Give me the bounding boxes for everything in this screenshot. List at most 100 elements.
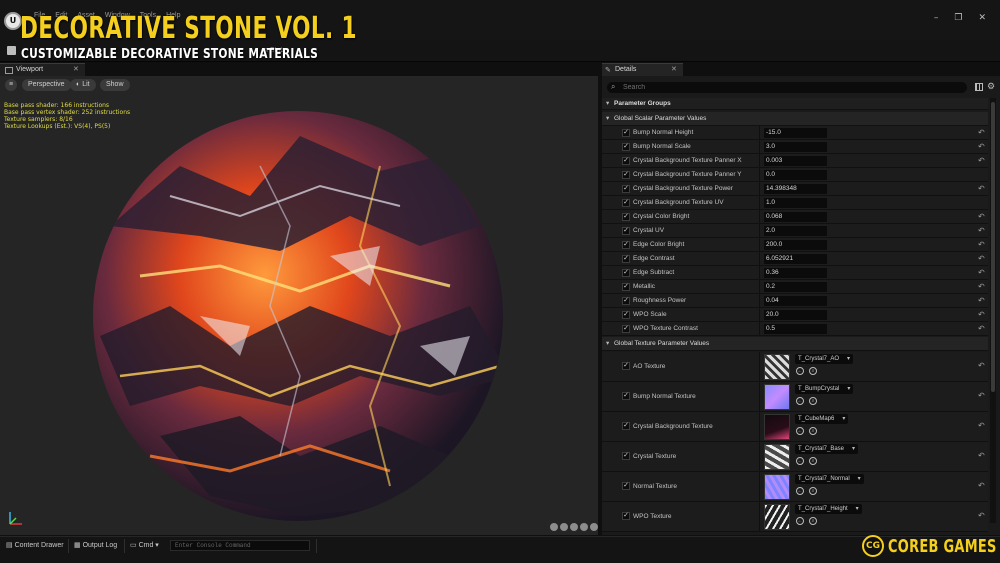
texture-asset-dropdown[interactable]: T_Crystal7_Height ▾ — [795, 504, 862, 514]
console-command-input[interactable] — [171, 541, 309, 550]
gear-icon[interactable]: ⚙ — [987, 81, 995, 92]
param-value-field[interactable]: 0.003 — [764, 156, 827, 166]
reset-to-default-icon[interactable]: ↶ — [978, 254, 985, 263]
reset-to-default-icon[interactable]: ↶ — [978, 310, 985, 319]
texture-thumbnail[interactable] — [764, 414, 790, 440]
browse-asset-icon[interactable]: ⌕ — [809, 517, 817, 525]
texture-asset-dropdown[interactable]: T_Crystal7_AO ▾ — [795, 354, 854, 364]
reset-to-default-icon[interactable]: ↶ — [978, 128, 985, 137]
param-value-field[interactable]: 14.398348 — [764, 184, 827, 194]
param-value-field[interactable]: 0.36 — [764, 268, 827, 278]
param-enable-checkbox[interactable]: ✓ — [622, 157, 630, 165]
param-value-field[interactable]: 0.5 — [764, 324, 827, 334]
param-enable-checkbox[interactable]: ✓ — [622, 452, 630, 460]
param-enable-checkbox[interactable]: ✓ — [622, 213, 630, 221]
browse-asset-icon[interactable]: ⌕ — [809, 487, 817, 495]
param-enable-checkbox[interactable]: ✓ — [622, 311, 630, 319]
texture-thumbnail[interactable] — [764, 354, 790, 380]
param-enable-checkbox[interactable]: ✓ — [622, 241, 630, 249]
param-value-field[interactable]: 20.0 — [764, 310, 827, 320]
param-enable-checkbox[interactable]: ✓ — [622, 255, 630, 263]
search-box[interactable]: ⌕ — [607, 82, 967, 93]
output-log-button[interactable]: ▦ Output Log — [74, 541, 117, 549]
use-selected-asset-icon[interactable]: ← — [796, 457, 804, 465]
browse-asset-icon[interactable]: ⌕ — [809, 427, 817, 435]
texture-thumbnail[interactable] — [764, 474, 790, 500]
param-enable-checkbox[interactable]: ✓ — [622, 199, 630, 207]
reset-to-default-icon[interactable]: ↶ — [978, 240, 985, 249]
category-parameter-groups[interactable]: ▾ Parameter Groups — [602, 98, 988, 110]
sphere-preview-icon[interactable] — [550, 523, 558, 531]
category-scalar-parameters[interactable]: ▾ Global Scalar Parameter Values — [602, 112, 988, 126]
texture-asset-dropdown[interactable]: T_Crystal7_Base ▾ — [795, 444, 859, 454]
param-enable-checkbox[interactable]: ✓ — [622, 283, 630, 291]
scrollbar-thumb[interactable] — [991, 102, 995, 392]
cylinder-preview-icon[interactable] — [560, 523, 568, 531]
texture-asset-dropdown[interactable]: T_Crystal7_Normal ▾ — [795, 474, 864, 484]
param-enable-checkbox[interactable]: ✓ — [622, 171, 630, 179]
use-selected-asset-icon[interactable]: ← — [796, 427, 804, 435]
texture-thumbnail[interactable] — [764, 504, 790, 530]
tab-details[interactable]: ✎ Details ✕ — [602, 63, 683, 76]
reset-to-default-icon[interactable]: ↶ — [978, 212, 985, 221]
param-enable-checkbox[interactable]: ✓ — [622, 422, 630, 430]
param-value-field[interactable]: 3.0 — [764, 142, 827, 152]
param-enable-checkbox[interactable]: ✓ — [622, 297, 630, 305]
reset-to-default-icon[interactable]: ↶ — [978, 142, 985, 151]
param-value-field[interactable]: 6.052921 — [764, 254, 827, 264]
param-value-field[interactable]: 200.0 — [764, 240, 827, 250]
reset-to-default-icon[interactable]: ↶ — [978, 361, 985, 370]
tab-viewport[interactable]: Viewport ✕ — [0, 63, 85, 76]
texture-thumbnail[interactable] — [764, 384, 790, 410]
reset-to-default-icon[interactable]: ↶ — [978, 282, 985, 291]
reset-to-default-icon[interactable]: ↶ — [978, 324, 985, 333]
param-enable-checkbox[interactable]: ✓ — [622, 269, 630, 277]
reset-to-default-icon[interactable]: ↶ — [978, 511, 985, 520]
param-enable-checkbox[interactable]: ✓ — [622, 482, 630, 490]
param-value-field[interactable]: 2.0 — [764, 226, 827, 236]
param-enable-checkbox[interactable]: ✓ — [622, 325, 630, 333]
close-tab-icon[interactable]: ✕ — [73, 65, 79, 73]
param-enable-checkbox[interactable]: ✓ — [622, 143, 630, 151]
param-enable-checkbox[interactable]: ✓ — [622, 227, 630, 235]
param-value-field[interactable]: 0.0 — [764, 170, 827, 180]
plane-preview-icon[interactable] — [570, 523, 578, 531]
texture-asset-dropdown[interactable]: T_CubeMap6 ▾ — [795, 414, 849, 424]
reset-to-default-icon[interactable]: ↶ — [978, 451, 985, 460]
param-value-field[interactable]: 0.068 — [764, 212, 827, 222]
view-options-icon[interactable] — [975, 83, 983, 91]
save-icon[interactable] — [7, 46, 16, 55]
mesh-preview-icon[interactable] — [590, 523, 598, 531]
param-value-field[interactable]: 0.2 — [764, 282, 827, 292]
console-box[interactable] — [170, 540, 310, 551]
reset-to-default-icon[interactable]: ↶ — [978, 391, 985, 400]
reset-to-default-icon[interactable]: ↶ — [978, 481, 985, 490]
param-value-field[interactable]: 0.04 — [764, 296, 827, 306]
search-input[interactable] — [623, 82, 953, 93]
viewport[interactable]: ≡ Perspective ◐ Lit Show Base pass shade… — [0, 76, 598, 535]
param-enable-checkbox[interactable]: ✓ — [622, 512, 630, 520]
use-selected-asset-icon[interactable]: ← — [796, 517, 804, 525]
category-texture-parameters[interactable]: ▾ Global Texture Parameter Values — [602, 337, 988, 351]
browse-asset-icon[interactable]: ⌕ — [809, 367, 817, 375]
use-selected-asset-icon[interactable]: ← — [796, 397, 804, 405]
details-scrollbar[interactable] — [990, 98, 996, 523]
maximize-icon[interactable]: ❐ — [954, 13, 962, 23]
reset-to-default-icon[interactable]: ↶ — [978, 421, 985, 430]
texture-asset-dropdown[interactable]: T_BumpCrystal ▾ — [795, 384, 854, 394]
param-value-field[interactable]: -15.0 — [764, 128, 827, 138]
reset-to-default-icon[interactable]: ↶ — [978, 226, 985, 235]
param-enable-checkbox[interactable]: ✓ — [622, 185, 630, 193]
param-enable-checkbox[interactable]: ✓ — [622, 129, 630, 137]
browse-asset-icon[interactable]: ⌕ — [809, 397, 817, 405]
cube-preview-icon[interactable] — [580, 523, 588, 531]
content-drawer-button[interactable]: ▤ Content Drawer — [6, 541, 64, 549]
close-icon[interactable]: ✕ — [978, 13, 986, 23]
reset-to-default-icon[interactable]: ↶ — [978, 156, 985, 165]
param-enable-checkbox[interactable]: ✓ — [622, 392, 630, 400]
minimize-icon[interactable]: – — [934, 13, 939, 23]
param-value-field[interactable]: 1.0 — [764, 198, 827, 208]
param-enable-checkbox[interactable]: ✓ — [622, 362, 630, 370]
browse-asset-icon[interactable]: ⌕ — [809, 457, 817, 465]
reset-to-default-icon[interactable]: ↶ — [978, 268, 985, 277]
